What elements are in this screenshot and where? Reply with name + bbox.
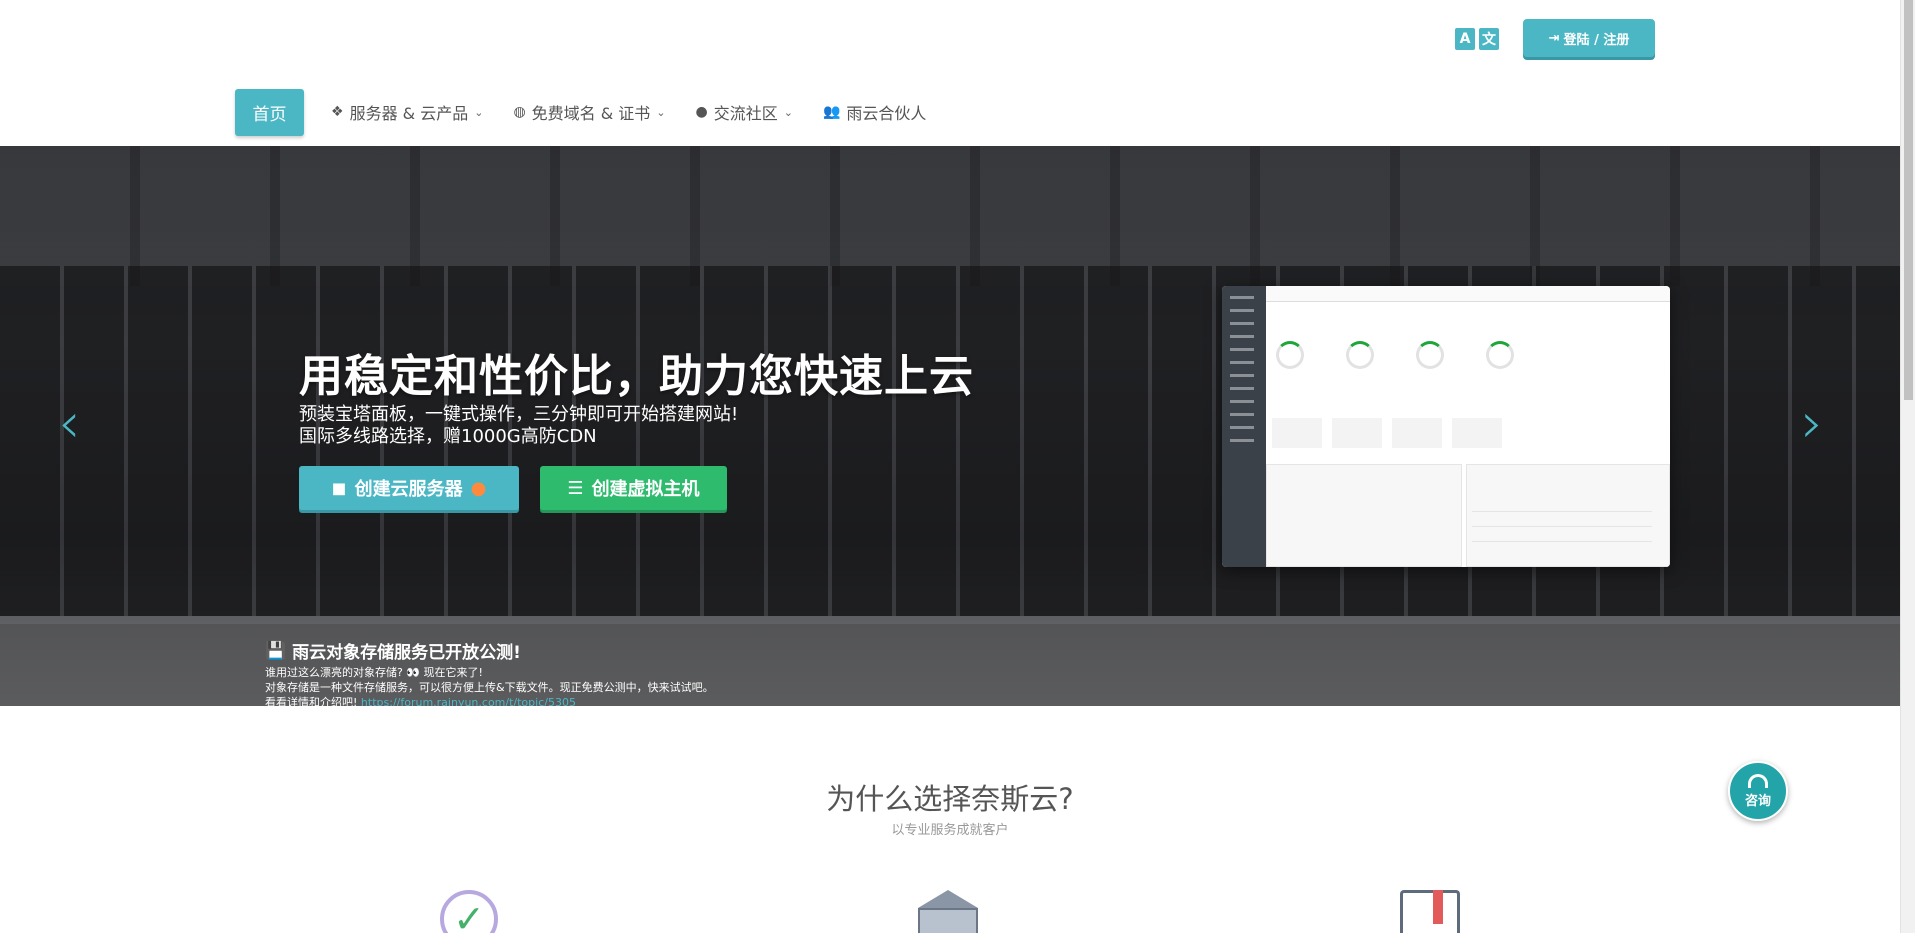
create-cloud-server-label: 创建云服务器	[354, 479, 463, 500]
server-rack-icon	[918, 890, 978, 933]
hero-subtitle-line1: 预装宝塔面板，一键式操作，三分钟即可开始搭建网站!	[299, 404, 739, 425]
notice-bar: 💾 雨云对象存储服务已开放公测! 谁用过这么漂亮的对象存储? 👀 现在它来了! …	[0, 624, 1900, 706]
globe-icon: ◍	[513, 104, 526, 120]
dashboard-stats	[1272, 418, 1502, 448]
hero-title: 用稳定和性价比，助力您快速上云	[299, 351, 974, 402]
hero-subtitle: 预装宝塔面板，一键式操作，三分钟即可开始搭建网站! 国际多线路选择，赠1000G…	[299, 404, 738, 448]
book-icon	[1400, 890, 1460, 933]
main-nav: 首页 ❖ 服务器 & 云产品 ⌄ ◍ 免费域名 & 证书 ⌄ ● 交流社区 ⌄ …	[235, 88, 956, 136]
page: A 文 ⇥ 登陆 / 注册 首页 ❖ 服务器 & 云产品 ⌄ ◍ 免费域名 & …	[0, 0, 1915, 933]
lang-zh-icon[interactable]: 文	[1479, 28, 1499, 50]
dashboard-panel	[1466, 464, 1670, 567]
carousel-prev-icon[interactable]: ‹	[58, 396, 80, 452]
cubes-icon: ❖	[331, 104, 344, 120]
consult-button[interactable]: 咨询	[1728, 761, 1788, 821]
server-icon: ☰	[567, 477, 584, 499]
nav-home[interactable]: 首页	[235, 88, 304, 136]
notice-line-3-prefix: 看看详情和介绍吧!	[265, 696, 358, 706]
notice-title: 💾 雨云对象存储服务已开放公测!	[265, 638, 521, 664]
scrollbar-thumb[interactable]	[1904, 0, 1913, 400]
nav-item-community[interactable]: ● 交流社区 ⌄	[696, 100, 793, 124]
login-label: 登陆 / 注册	[1563, 32, 1630, 48]
notice-link[interactable]: https://forum.rainyun.com/t/topic/5305	[361, 696, 576, 706]
dashboard-sidebar	[1222, 286, 1266, 567]
hero-subtitle-line2: 国际多线路选择，赠1000G高防CDN	[299, 426, 597, 447]
why-title: 为什么选择奈斯云?	[826, 782, 1074, 816]
dashboard-topbar	[1266, 286, 1670, 302]
dashboard-panel	[1266, 464, 1462, 567]
headset-icon	[1748, 773, 1768, 788]
create-virtual-host-label: 创建虚拟主机	[591, 479, 700, 500]
notice-line-3: 看看详情和介绍吧! https://forum.rainyun.com/t/to…	[265, 694, 576, 706]
why-subtitle: 以专业服务成就客户	[891, 823, 1009, 838]
nav-item-label: 免费域名 & 证书	[531, 104, 651, 123]
hero-background	[0, 146, 1900, 286]
chevron-down-icon: ⌄	[783, 105, 793, 119]
users-icon: 👥	[822, 104, 841, 120]
comment-icon: ●	[695, 104, 708, 120]
create-cloud-server-button[interactable]: ◼ 创建云服务器 ●	[299, 466, 519, 510]
carousel-next-icon[interactable]: ›	[1801, 396, 1823, 452]
dashboard-preview-image	[1222, 286, 1670, 567]
floppy-disk-icon: 💾	[265, 640, 287, 661]
sign-in-icon: ⇥	[1548, 30, 1560, 46]
hero-carousel: ‹ › 用稳定和性价比，助力您快速上云 预装宝塔面板，一键式操作，三分钟即可开始…	[0, 146, 1900, 706]
nav-item-label: 服务器 & 云产品	[349, 104, 469, 123]
create-virtual-host-button[interactable]: ☰ 创建虚拟主机	[540, 466, 727, 510]
notice-title-text: 雨云对象存储服务已开放公测!	[292, 643, 521, 663]
nav-item-label: 交流社区	[713, 104, 778, 123]
page-scrollbar[interactable]	[1900, 0, 1915, 933]
lang-a-icon[interactable]: A	[1455, 28, 1475, 50]
language-switcher[interactable]: A 文	[1455, 28, 1499, 50]
check-icon: ✓	[440, 890, 498, 933]
nav-item-partner[interactable]: 👥 雨云合伙人	[823, 100, 926, 124]
nav-item-servers[interactable]: ❖ 服务器 & 云产品 ⌄	[331, 100, 483, 124]
chevron-down-icon: ⌄	[474, 105, 484, 119]
nav-item-domains[interactable]: ◍ 免费域名 & 证书 ⌄	[513, 100, 665, 124]
notice-line-1: 谁用过这么漂亮的对象存储? 👀 现在它来了!	[265, 666, 483, 679]
nav-item-label: 雨云合伙人	[846, 104, 927, 123]
dashboard-gauges	[1276, 341, 1514, 369]
header: A 文 ⇥ 登陆 / 注册 首页 ❖ 服务器 & 云产品 ⌄ ◍ 免费域名 & …	[0, 0, 1900, 146]
cube-icon: ◼	[331, 477, 347, 499]
chevron-down-icon: ⌄	[656, 105, 666, 119]
login-register-button[interactable]: ⇥ 登陆 / 注册	[1523, 19, 1655, 57]
consult-label: 咨询	[1744, 793, 1771, 809]
fire-icon: ●	[470, 477, 487, 499]
notice-line-2: 对象存储是一种文件存储服务，可以很方便上传&下载文件。现正免费公测中，快来试试吧…	[265, 681, 714, 694]
